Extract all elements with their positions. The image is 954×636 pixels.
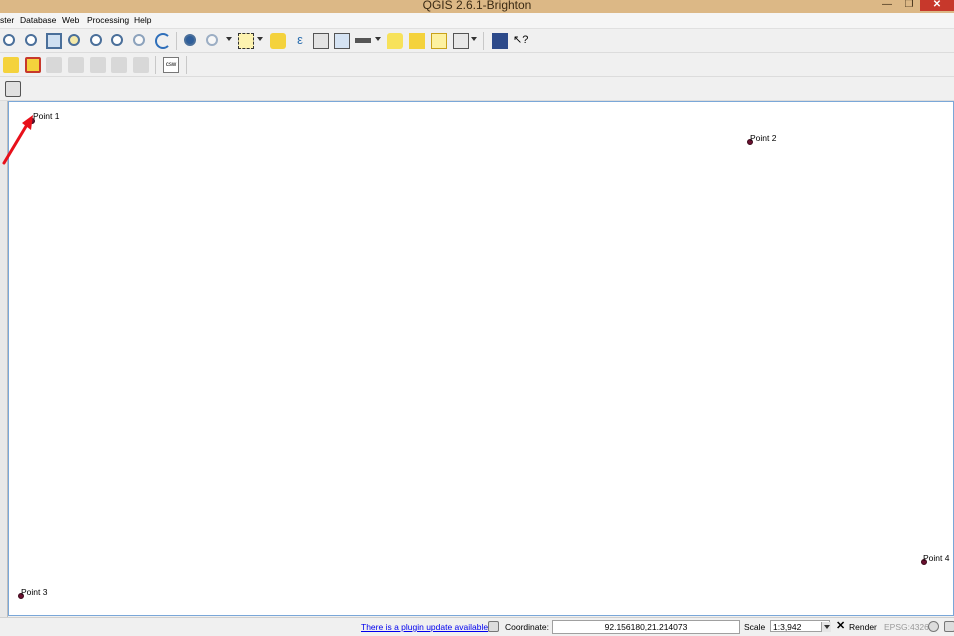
layers-panel-collapsed[interactable]	[0, 101, 8, 617]
deselect-icon[interactable]	[270, 33, 286, 49]
point-label-3: Point 3	[21, 587, 48, 597]
print-composer-icon[interactable]	[5, 81, 21, 97]
title-bar: QGIS 2.6.1-Brighton — ❐ ✕	[0, 0, 954, 13]
measure-line-icon[interactable]	[355, 38, 371, 43]
text-annotation-icon[interactable]	[387, 33, 403, 49]
move-annotation-icon[interactable]	[431, 33, 447, 49]
crs-status[interactable]: EPSG:4326	[884, 622, 929, 632]
change-label-icon[interactable]	[133, 57, 149, 73]
chevron-down-icon[interactable]	[471, 37, 477, 41]
menu-raster[interactable]: ster	[0, 15, 14, 25]
zoom-out-icon[interactable]	[90, 34, 102, 46]
tips-icon[interactable]	[453, 33, 469, 49]
attribute-table-icon[interactable]	[313, 33, 329, 49]
menu-database[interactable]: Database	[20, 15, 56, 25]
chevron-down-icon[interactable]	[375, 37, 381, 41]
whats-this-icon[interactable]: ↖?	[513, 33, 529, 49]
rotate-label-icon[interactable]	[111, 57, 127, 73]
help-icon[interactable]	[492, 33, 508, 49]
zoom-full-icon[interactable]	[46, 33, 62, 49]
toolbar-separator	[483, 32, 484, 50]
point-label-2: Point 2	[750, 133, 777, 143]
select-features-icon[interactable]	[238, 33, 254, 49]
chevron-down-icon[interactable]	[226, 37, 232, 41]
csw-button[interactable]: csw	[163, 57, 179, 73]
window-title: QGIS 2.6.1-Brighton	[422, 0, 532, 12]
scale-dropdown-button[interactable]	[821, 622, 831, 632]
expression-select-icon[interactable]: ε	[292, 33, 308, 49]
coordinate-field[interactable]: 92.156180,21.214073	[552, 620, 740, 634]
coordinate-label: Coordinate:	[505, 622, 549, 632]
maximize-button[interactable]: ❐	[898, 0, 920, 11]
point-label-4: Point 4	[923, 553, 950, 563]
messages-icon[interactable]	[944, 621, 954, 632]
map-navigation-toolbar: ε ↖?	[0, 29, 954, 53]
measure-icon[interactable]	[206, 34, 218, 46]
render-checkbox[interactable]: ✕	[836, 621, 845, 632]
message-log-icon[interactable]	[488, 621, 499, 632]
move-label-icon[interactable]	[90, 57, 106, 73]
refresh-icon[interactable]	[155, 33, 171, 49]
minimize-button[interactable]: —	[876, 0, 898, 11]
toolbar-separator	[155, 56, 156, 74]
chevron-down-icon[interactable]	[257, 37, 263, 41]
layer-labeling-icon[interactable]	[25, 57, 41, 73]
zoom-last-icon[interactable]	[133, 34, 145, 46]
menu-bar: ster Database Web Processing Help	[0, 13, 954, 29]
label-toolbar: csw	[0, 53, 954, 77]
toolbar-separator	[176, 32, 177, 50]
zoom-to-selection-icon[interactable]	[68, 34, 80, 46]
annotation-arrow-icon	[2, 115, 33, 165]
form-annotation-icon[interactable]	[409, 33, 425, 49]
close-button[interactable]: ✕	[920, 0, 954, 11]
show-hide-labels-icon[interactable]	[68, 57, 84, 73]
scale-label: Scale	[744, 622, 766, 632]
menu-processing[interactable]: Processing	[87, 15, 129, 25]
pin-labels-icon[interactable]	[46, 57, 62, 73]
pan-icon[interactable]	[3, 34, 15, 46]
toolbar-separator	[186, 56, 187, 74]
map-canvas[interactable]: Point 1 Point 2 Point 3 Point 4	[8, 101, 954, 616]
identify-icon[interactable]	[184, 34, 196, 46]
label-icon[interactable]	[3, 57, 19, 73]
zoom-to-layer-icon[interactable]	[111, 34, 123, 46]
render-label: Render	[849, 622, 877, 632]
status-bar: There is a plugin update available Coord…	[0, 617, 954, 636]
chevron-down-icon	[824, 625, 830, 629]
menu-web[interactable]: Web	[62, 15, 79, 25]
zoom-in-icon[interactable]	[25, 34, 37, 46]
print-toolbar	[0, 77, 954, 101]
plugin-update-link[interactable]: There is a plugin update available	[361, 622, 488, 632]
menu-help[interactable]: Help	[134, 15, 151, 25]
field-calculator-icon[interactable]	[334, 33, 350, 49]
crs-globe-icon[interactable]	[928, 621, 939, 632]
